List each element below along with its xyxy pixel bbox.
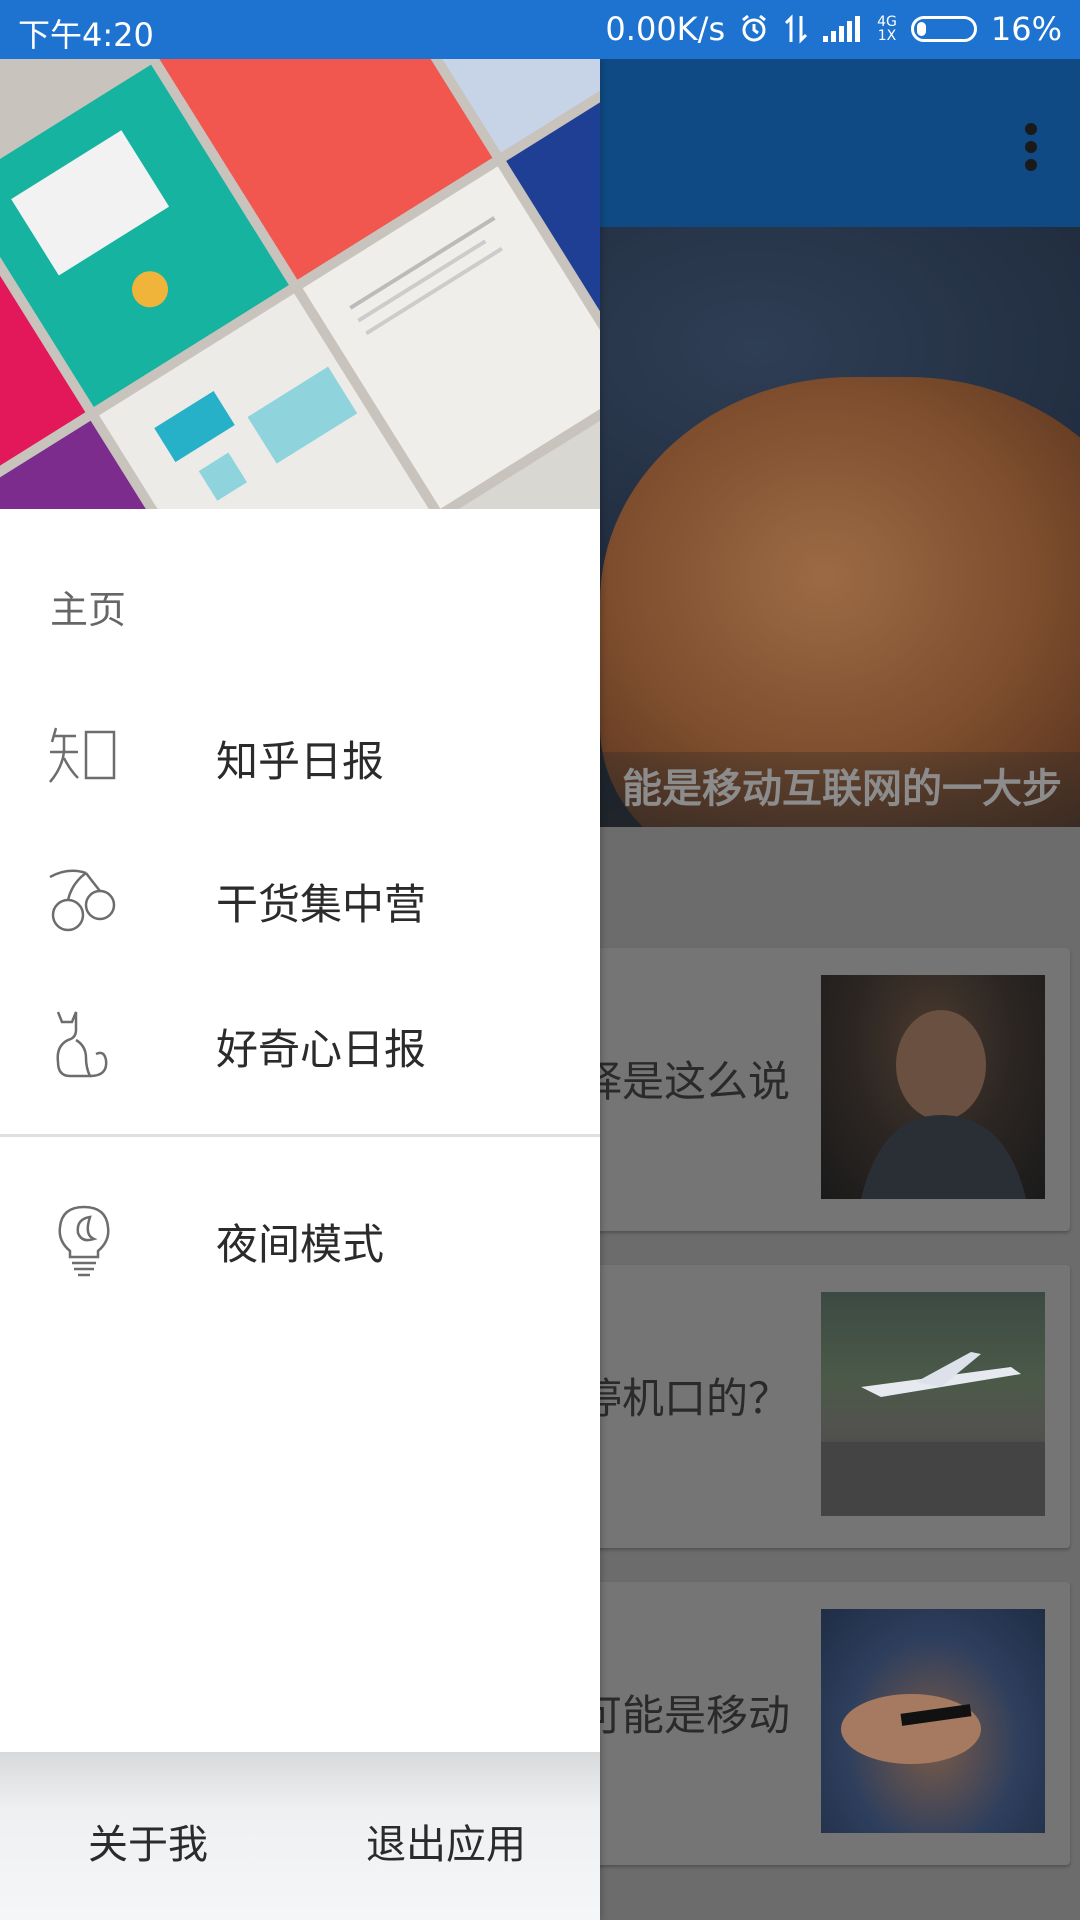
story-title: 可能是移动	[579, 1691, 790, 1740]
alarm-icon	[739, 14, 769, 44]
drawer-footer: 关于我 退出应用	[0, 1752, 600, 1920]
status-time: 下午4:20	[18, 16, 154, 54]
story-title: 停机口的？	[579, 1374, 790, 1423]
drawer-item-label: 知乎日报	[216, 737, 385, 786]
network-type: 4G 1X	[877, 14, 897, 44]
more-vert-icon[interactable]	[1016, 119, 1046, 179]
drawer-item-label: 干货集中营	[216, 880, 427, 929]
lightbulb-icon	[46, 1201, 122, 1277]
exit-app-button[interactable]: 退出应用	[366, 1812, 526, 1870]
cat-icon	[46, 1006, 122, 1082]
cherry-icon	[46, 861, 122, 937]
story-thumbnail	[821, 975, 1045, 1199]
drawer-item-zhihu-daily[interactable]: 知乎日报	[0, 696, 600, 816]
zhihu-icon	[46, 718, 122, 794]
battery-fill	[916, 22, 926, 36]
drawer-item-label: 好奇心日报	[216, 1025, 427, 1074]
drawer-item-label: 夜间模式	[216, 1220, 385, 1269]
drawer-divider	[0, 1134, 600, 1137]
status-bar: 下午4:20 0.00K/s 4G 1X 16%	[0, 0, 1080, 59]
story-thumbnail	[821, 1609, 1045, 1833]
status-icons: 0.00K/s 4G 1X 16%	[605, 10, 1062, 48]
drawer-item-night-mode[interactable]: 夜间模式	[0, 1179, 600, 1299]
net-speed: 0.00K/s	[605, 10, 726, 48]
story-thumbnail	[821, 1292, 1045, 1516]
section-label-home: 主页	[50, 588, 127, 632]
drawer-item-qdaily[interactable]: 好奇心日报	[0, 984, 600, 1104]
story-title: 择是这么说	[579, 1057, 790, 1106]
drawer-header-image	[0, 59, 600, 509]
signal-icon	[823, 16, 863, 42]
battery-icon	[910, 16, 977, 42]
battery-percent: 16%	[990, 10, 1062, 48]
drawer-item-gank[interactable]: 干货集中营	[0, 839, 600, 959]
about-button[interactable]: 关于我	[88, 1812, 208, 1870]
data-arrows-icon	[783, 14, 809, 44]
navigation-drawer: 主页 知乎日报 干货集中营 好奇心日报 夜间模式 关于我 退出应用	[0, 59, 600, 1920]
